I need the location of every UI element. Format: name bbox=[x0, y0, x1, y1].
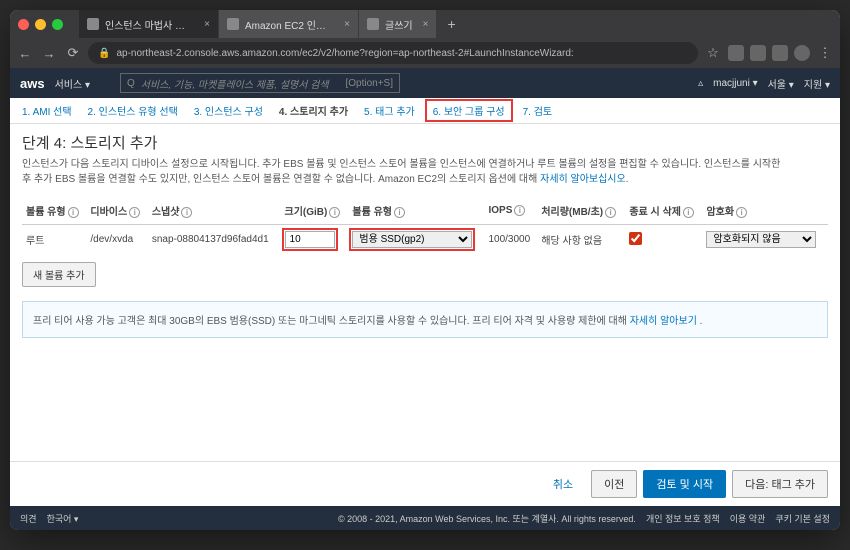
review-launch-button[interactable]: 검토 및 시작 bbox=[643, 470, 726, 498]
address-bar[interactable]: 🔒 ap-northeast-2.console.aws.amazon.com/… bbox=[88, 42, 698, 64]
close-icon[interactable]: × bbox=[344, 19, 350, 30]
forward-icon[interactable]: → bbox=[40, 46, 58, 61]
cell-voltype: 루트 bbox=[22, 225, 86, 255]
info-icon[interactable]: i bbox=[514, 205, 525, 216]
encryption-select[interactable]: 암호화되지 않음 bbox=[706, 231, 816, 248]
step-storage[interactable]: 4. 스토리지 추가 bbox=[273, 103, 354, 118]
step-review[interactable]: 7. 검토 bbox=[517, 103, 559, 118]
col-snapshot: 스냅샷i bbox=[148, 197, 281, 225]
menu-icon[interactable]: ⋮ bbox=[816, 45, 834, 61]
extension-icon[interactable] bbox=[772, 45, 788, 61]
volume-type-select[interactable]: 범용 SSD(gp2) bbox=[352, 231, 472, 248]
cell-snapshot: snap-08804137d96fad4d1 bbox=[148, 225, 281, 255]
cookie-link[interactable]: 쿠키 기본 설정 bbox=[775, 512, 830, 525]
col-device: 디바이스i bbox=[86, 197, 147, 225]
lock-icon: 🔒 bbox=[98, 48, 110, 59]
step-tags[interactable]: 5. 태그 추가 bbox=[358, 103, 421, 118]
aws-search[interactable]: Q 서비스, 기능, 마켓플레이스 제품, 설명서 검색 [Option+S] bbox=[120, 73, 400, 93]
services-menu[interactable]: 서비스 ▾ bbox=[55, 76, 90, 91]
cell-throughput: 해당 사항 없음 bbox=[537, 225, 625, 255]
info-icon[interactable]: i bbox=[181, 207, 192, 218]
info-icon[interactable]: i bbox=[605, 207, 616, 218]
col-throughput: 처리량(MB/초)i bbox=[537, 197, 625, 225]
browser-tab[interactable]: Amazon EC2 인스턴스 유형 – A... × bbox=[219, 10, 359, 38]
close-icon[interactable]: × bbox=[204, 19, 210, 30]
favicon-icon bbox=[367, 18, 379, 30]
cancel-button[interactable]: 취소 bbox=[541, 470, 585, 498]
extension-icon[interactable] bbox=[728, 45, 744, 61]
close-icon[interactable]: × bbox=[423, 19, 429, 30]
table-row: 루트 /dev/xvda snap-08804137d96fad4d1 범용 S… bbox=[22, 225, 828, 255]
back-icon[interactable]: ← bbox=[16, 46, 34, 61]
next-button[interactable]: 다음: 태그 추가 bbox=[732, 470, 828, 498]
support-menu[interactable]: 지원 ▾ bbox=[804, 76, 830, 91]
traffic-light-max[interactable] bbox=[52, 19, 63, 30]
page-title: 단계 4: 스토리지 추가 bbox=[22, 132, 828, 153]
privacy-link[interactable]: 개인 정보 보호 정책 bbox=[646, 512, 720, 525]
favicon-icon bbox=[87, 18, 99, 30]
tab-label: Amazon EC2 인스턴스 유형 – A... bbox=[245, 17, 334, 32]
col-iops: IOPSi bbox=[484, 197, 537, 225]
account-menu[interactable]: macjjuni ▾ bbox=[713, 78, 757, 89]
search-shortcut: [Option+S] bbox=[345, 78, 393, 89]
search-icon: Q bbox=[127, 78, 135, 89]
browser-tab[interactable]: 글쓰기 × bbox=[359, 10, 437, 38]
star-icon[interactable]: ☆ bbox=[704, 45, 722, 61]
step-ami[interactable]: 1. AMI 선택 bbox=[16, 103, 78, 118]
page-description: 인스턴스가 다음 스토리지 디바이스 설정으로 시작됩니다. 추가 EBS 볼륨… bbox=[22, 157, 828, 187]
col-encrypt: 암호화i bbox=[702, 197, 828, 225]
step-configure[interactable]: 3. 인스턴스 구성 bbox=[188, 103, 269, 118]
search-placeholder: 서비스, 기능, 마켓플레이스 제품, 설명서 검색 bbox=[141, 76, 329, 91]
col-voltype2: 볼륨 유형i bbox=[348, 197, 484, 225]
feedback-link[interactable]: 의견 bbox=[20, 512, 37, 525]
bell-icon[interactable]: ▵ bbox=[698, 78, 703, 89]
tab-label: 인스턴스 마법사 시작 | EC2 Mana... bbox=[105, 17, 194, 32]
copyright: © 2008 - 2021, Amazon Web Services, Inc.… bbox=[338, 512, 636, 525]
new-tab-button[interactable]: + bbox=[437, 10, 465, 38]
info-icon[interactable]: i bbox=[68, 207, 79, 218]
favicon-icon bbox=[227, 18, 239, 30]
info-icon[interactable]: i bbox=[736, 207, 747, 218]
prev-button[interactable]: 이전 bbox=[591, 470, 637, 498]
free-tier-notice: 프리 티어 사용 가능 고객은 최대 30GB의 EBS 범용(SSD) 또는 … bbox=[22, 301, 828, 338]
add-volume-button[interactable]: 새 볼륨 추가 bbox=[22, 262, 96, 287]
traffic-light-close[interactable] bbox=[18, 19, 29, 30]
col-volume-type: 볼륨 유형i bbox=[22, 197, 86, 225]
col-delete: 종료 시 삭제i bbox=[625, 197, 702, 225]
cell-iops: 100/3000 bbox=[484, 225, 537, 255]
free-tier-link[interactable]: 자세히 알아보기 bbox=[630, 316, 697, 327]
region-menu[interactable]: 서울 ▾ bbox=[768, 76, 794, 91]
col-size: 크기(GiB)i bbox=[281, 197, 349, 225]
traffic-light-min[interactable] bbox=[35, 19, 46, 30]
extension-icon[interactable] bbox=[750, 45, 766, 61]
url-text: ap-northeast-2.console.aws.amazon.com/ec… bbox=[116, 48, 573, 59]
info-icon[interactable]: i bbox=[329, 207, 340, 218]
tab-label: 글쓰기 bbox=[385, 17, 413, 32]
reload-icon[interactable]: ⟳ bbox=[64, 45, 82, 61]
info-icon[interactable]: i bbox=[683, 207, 694, 218]
cell-device: /dev/xvda bbox=[86, 225, 147, 255]
step-security-group[interactable]: 6. 보안 그룹 구성 bbox=[425, 99, 513, 122]
storage-table: 볼륨 유형i 디바이스i 스냅샷i 크기(GiB)i 볼륨 유형i IOPSi … bbox=[22, 197, 828, 254]
language-menu[interactable]: 한국어 ▾ bbox=[47, 512, 79, 525]
learn-more-link[interactable]: 자세히 알아보십시오 bbox=[540, 174, 626, 185]
step-instance-type[interactable]: 2. 인스턴스 유형 선택 bbox=[82, 103, 184, 118]
info-icon[interactable]: i bbox=[129, 207, 140, 218]
info-icon[interactable]: i bbox=[394, 207, 405, 218]
avatar-icon[interactable] bbox=[794, 45, 810, 61]
delete-on-terminate-checkbox[interactable] bbox=[629, 232, 642, 245]
terms-link[interactable]: 이용 약관 bbox=[730, 512, 766, 525]
browser-tab[interactable]: 인스턴스 마법사 시작 | EC2 Mana... × bbox=[79, 10, 219, 38]
aws-logo[interactable]: aws bbox=[20, 76, 45, 91]
size-input[interactable] bbox=[285, 231, 335, 248]
